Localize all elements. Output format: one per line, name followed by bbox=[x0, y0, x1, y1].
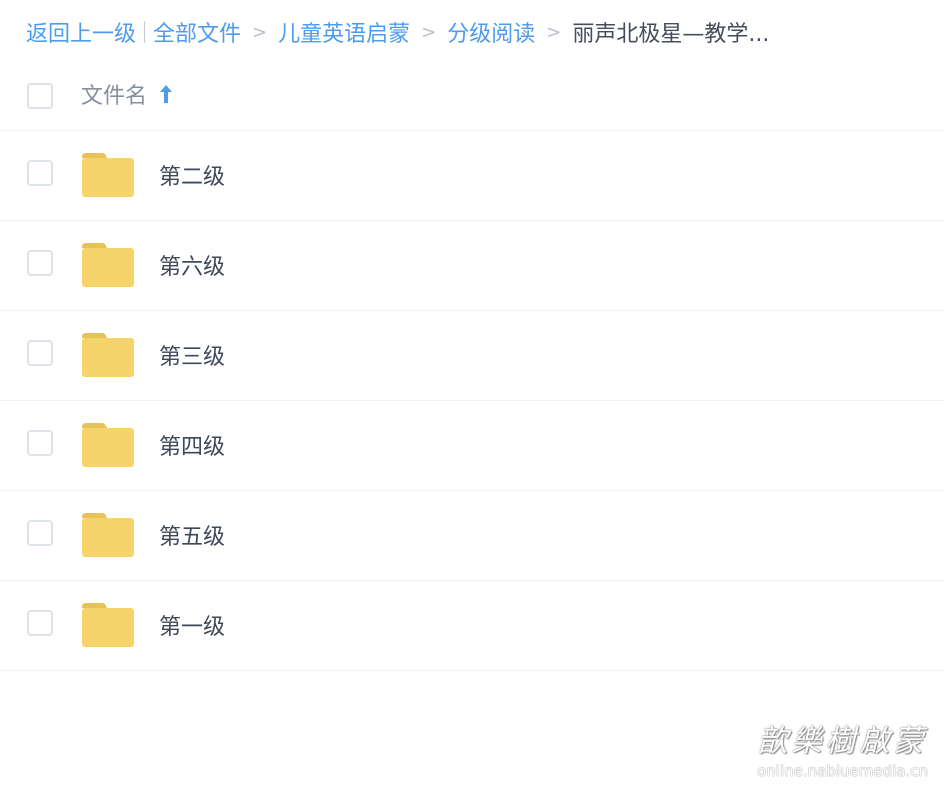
back-link[interactable]: 返回上一级 bbox=[26, 16, 136, 48]
breadcrumb-separator: > bbox=[546, 21, 562, 43]
folder-icon bbox=[82, 603, 134, 647]
breadcrumb: 返回上一级 全部文件 > 儿童英语启蒙 > 分级阅读 > 丽声北极星—教学... bbox=[26, 16, 769, 48]
folder-icon bbox=[82, 333, 134, 377]
list-item[interactable]: 第四级 bbox=[0, 401, 944, 491]
list-item[interactable]: 第二级 bbox=[0, 131, 944, 221]
file-name[interactable]: 第一级 bbox=[159, 609, 225, 641]
file-name[interactable]: 第四级 bbox=[159, 429, 225, 461]
select-all-checkbox[interactable] bbox=[27, 83, 53, 109]
folder-icon bbox=[82, 153, 134, 197]
breadcrumb-item-graded-reading[interactable]: 分级阅读 bbox=[447, 16, 535, 48]
file-name[interactable]: 第二级 bbox=[159, 159, 225, 191]
list-item[interactable]: 第五级 bbox=[0, 491, 944, 581]
column-header-filename[interactable]: 文件名 bbox=[81, 78, 175, 110]
list-item[interactable]: 第一级 bbox=[0, 581, 944, 671]
file-name[interactable]: 第六级 bbox=[159, 249, 225, 281]
breadcrumb-item-kids-english[interactable]: 儿童英语启蒙 bbox=[278, 16, 410, 48]
folder-icon bbox=[82, 243, 134, 287]
list-item[interactable]: 第三级 bbox=[0, 311, 944, 401]
arrow-up-icon[interactable] bbox=[157, 83, 175, 105]
breadcrumb-item-all-files[interactable]: 全部文件 bbox=[153, 16, 241, 48]
folder-icon bbox=[82, 513, 134, 557]
row-checkbox[interactable] bbox=[27, 430, 53, 456]
file-name[interactable]: 第五级 bbox=[159, 519, 225, 551]
watermark-title: 歆樂樹啟蒙 bbox=[757, 724, 928, 759]
watermark-url: online.nabluemedia.cn bbox=[757, 762, 928, 780]
list-item[interactable]: 第六级 bbox=[0, 221, 944, 311]
breadcrumb-divider bbox=[144, 21, 146, 43]
watermark: 歆樂樹啟蒙 online.nabluemedia.cn bbox=[757, 716, 928, 780]
breadcrumb-separator: > bbox=[421, 21, 437, 43]
row-checkbox[interactable] bbox=[27, 340, 53, 366]
breadcrumb-current: 丽声北极星—教学... bbox=[572, 22, 770, 47]
file-name[interactable]: 第三级 bbox=[159, 339, 225, 371]
folder-icon bbox=[82, 423, 134, 467]
row-checkbox[interactable] bbox=[27, 610, 53, 636]
list-header: 文件名 bbox=[0, 62, 944, 131]
row-checkbox[interactable] bbox=[27, 520, 53, 546]
breadcrumb-separator: > bbox=[252, 21, 268, 43]
column-title: 文件名 bbox=[81, 84, 148, 109]
file-list: 第二级 第六级 第三级 第四级 第五级 第一级 bbox=[0, 131, 944, 671]
row-checkbox[interactable] bbox=[27, 160, 53, 186]
row-checkbox[interactable] bbox=[27, 250, 53, 276]
